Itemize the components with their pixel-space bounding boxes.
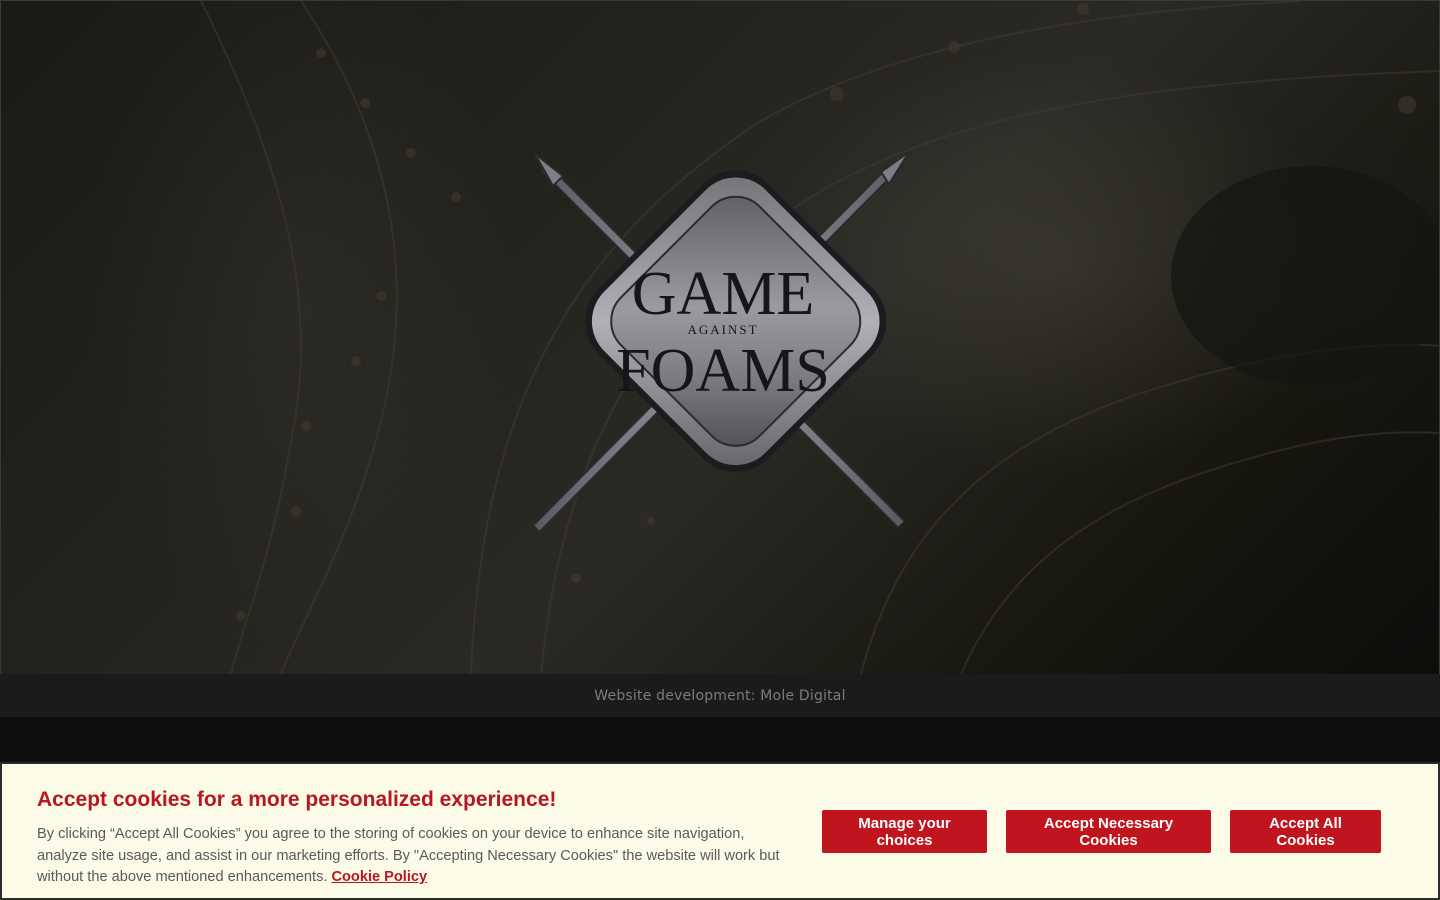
footer-credit-link[interactable]: Website development: Mole Digital <box>594 688 845 704</box>
accept-all-cookies-button[interactable]: Accept All Cookies <box>1230 810 1381 853</box>
cookie-consent-banner: Accept cookies for a more personalized e… <box>0 762 1440 900</box>
cookie-banner-text: By clicking “Accept All Cookies” you agr… <box>37 824 797 889</box>
footer-credit-bar: Website development: Mole Digital <box>0 674 1440 717</box>
accept-necessary-cookies-button[interactable]: Accept Necessary Cookies <box>1006 810 1211 853</box>
cookie-banner-title: Accept cookies for a more personalized e… <box>37 788 557 811</box>
logo-word-against: AGAINST <box>687 322 758 337</box>
hero-section: GAME AGAINST FOAMS <box>0 0 1440 674</box>
game-against-foams-logo: GAME AGAINST FOAMS <box>533 151 910 532</box>
cookie-policy-link[interactable]: Cookie Policy <box>331 869 427 885</box>
logo-word-foams: FOAMS <box>616 337 830 405</box>
manage-choices-button[interactable]: Manage your choices <box>822 810 987 853</box>
logo-word-game: GAME <box>632 260 815 328</box>
